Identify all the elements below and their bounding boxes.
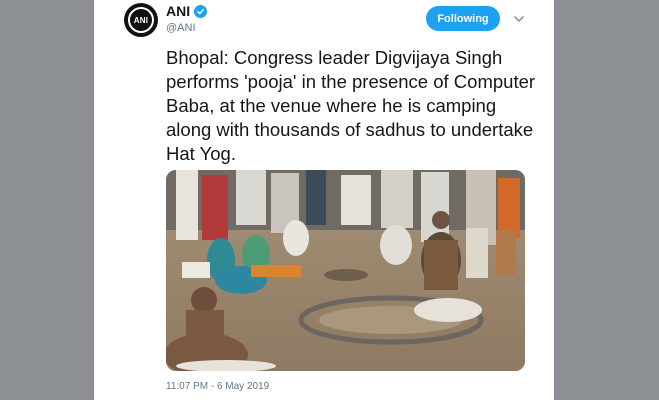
avatar[interactable]: ANI bbox=[124, 3, 158, 37]
following-button[interactable]: Following bbox=[426, 6, 500, 31]
avatar-logo: ANI bbox=[128, 7, 154, 33]
modal-backdrop-right[interactable] bbox=[554, 0, 659, 400]
photo-scene bbox=[166, 170, 525, 371]
display-name[interactable]: ANI bbox=[166, 3, 190, 19]
verified-badge-icon bbox=[194, 4, 208, 18]
chevron-down-icon[interactable] bbox=[512, 12, 526, 26]
tweet-text: Bhopal: Congress leader Digvijaya Singh … bbox=[166, 47, 536, 164]
author-name-row[interactable]: ANI bbox=[166, 3, 208, 19]
tweet-timestamp[interactable]: 11:07 PM - 6 May 2019 bbox=[166, 381, 269, 392]
modal-backdrop-left[interactable] bbox=[0, 0, 94, 400]
user-handle[interactable]: @ANI bbox=[166, 22, 196, 34]
tweet-photo[interactable] bbox=[166, 170, 525, 371]
